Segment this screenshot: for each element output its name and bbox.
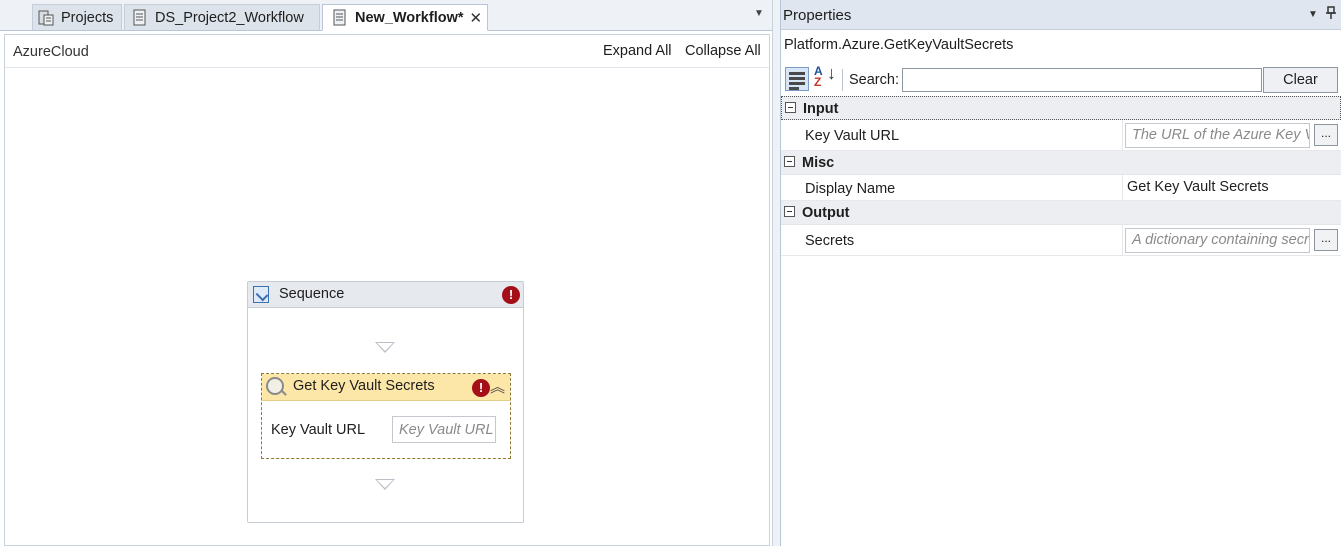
sequence-header[interactable]: Sequence ! <box>248 282 523 308</box>
category-name: Input <box>803 101 839 117</box>
search-input[interactable] <box>902 68 1262 92</box>
selected-object-type: Platform.Azure.GetKeyVaultSecrets <box>784 37 1014 53</box>
property-value-cell[interactable]: The URL of the Azure Key Vault ... <box>1122 120 1338 150</box>
sequence-icon <box>253 286 269 303</box>
key-vault-url-input[interactable]: Key Vault URL <box>392 416 496 443</box>
categorized-view-icon[interactable] <box>785 67 809 91</box>
error-icon[interactable]: ! <box>502 286 520 304</box>
sequence-activity[interactable]: Sequence ! Get Key Vault Secrets ! ︽ Key… <box>247 281 524 523</box>
tab-projects[interactable]: Projects <box>32 4 122 30</box>
expression-editor-button[interactable]: ... <box>1314 124 1338 146</box>
property-row-secrets[interactable]: Secrets A dictionary containing secrets … <box>781 225 1341 256</box>
properties-toolbar: A Z ↓ Search: Clear <box>781 64 1341 96</box>
collapse-chevron-icon[interactable]: ︽ <box>490 376 505 397</box>
property-row-key-vault-url[interactable]: Key Vault URL The URL of the Azure Key V… <box>781 120 1341 151</box>
category-input[interactable]: Input <box>781 96 1341 120</box>
category-name: Output <box>802 205 850 221</box>
arrow-down-icon: ↓ <box>827 63 836 83</box>
tab-label: DS_Project2_Workflow <box>155 9 304 26</box>
projects-icon <box>37 9 55 27</box>
pane-menu-icon[interactable]: ▼ <box>1308 9 1318 20</box>
property-row-display-name[interactable]: Display Name Get Key Vault Secrets <box>781 175 1341 201</box>
breadcrumb[interactable]: AzureCloud <box>13 44 89 60</box>
designer-header: AzureCloud Expand All Collapse All <box>5 35 769 68</box>
tab-new-workflow[interactable]: New_Workflow* ✕ <box>322 4 488 31</box>
property-label: Key Vault URL <box>805 128 900 144</box>
secrets-value-input[interactable]: A dictionary containing secrets <box>1125 228 1310 253</box>
expand-all-link[interactable]: Expand All <box>603 43 672 59</box>
drop-target-arrow-icon[interactable] <box>375 479 395 490</box>
properties-title: Properties <box>783 7 852 24</box>
property-label: Secrets <box>805 233 855 249</box>
tab-list-dropdown-icon[interactable]: ▼ <box>754 8 764 19</box>
property-value-cell[interactable]: A dictionary containing secrets ... <box>1122 225 1338 255</box>
display-name-value[interactable]: Get Key Vault Secrets <box>1127 179 1269 195</box>
property-label: Display Name <box>805 181 896 197</box>
collapse-toggle-icon[interactable] <box>784 156 795 167</box>
category-output[interactable]: Output <box>781 201 1341 225</box>
property-value-cell[interactable]: Get Key Vault Secrets <box>1122 175 1337 200</box>
tab-ds-project2-workflow[interactable]: DS_Project2_Workflow <box>124 4 320 30</box>
search-label: Search: <box>849 72 899 88</box>
activity-body: Key Vault URL Key Vault URL <box>262 401 510 458</box>
property-grid: Input Key Vault URL The URL of the Azure… <box>781 96 1341 256</box>
key-vault-url-label: Key Vault URL <box>271 422 366 438</box>
expression-editor-button[interactable]: ... <box>1314 229 1338 251</box>
drop-target-arrow-icon[interactable] <box>375 342 395 353</box>
close-icon[interactable]: ✕ <box>470 9 483 27</box>
properties-pane: Properties ▼ Platform.Azure.GetKeyVaultS… <box>780 0 1341 546</box>
toolbar-separator <box>842 69 843 91</box>
workflow-designer-canvas[interactable]: AzureCloud Expand All Collapse All Seque… <box>4 34 770 546</box>
collapse-all-link[interactable]: Collapse All <box>685 43 761 59</box>
activity-title: Get Key Vault Secrets <box>293 378 435 394</box>
error-icon[interactable]: ! <box>472 379 490 397</box>
workflow-editor-pane: Projects DS_Project2_Workflow New_Workfl… <box>0 0 772 546</box>
sort-alphabetical-icon[interactable]: A Z ↓ <box>814 63 838 92</box>
workflow-doc-icon <box>131 9 149 27</box>
category-name: Misc <box>802 155 835 171</box>
clear-button[interactable]: Clear <box>1263 67 1338 93</box>
pane-splitter[interactable] <box>772 0 780 546</box>
tab-label: Projects <box>61 9 114 26</box>
key-vault-search-icon <box>266 377 284 395</box>
category-misc[interactable]: Misc <box>781 151 1341 175</box>
key-vault-url-value-input[interactable]: The URL of the Azure Key Vault <box>1125 123 1310 148</box>
properties-title-bar: Properties ▼ <box>781 0 1341 30</box>
activity-header[interactable]: Get Key Vault Secrets ! ︽ <box>262 374 510 401</box>
get-key-vault-secrets-activity[interactable]: Get Key Vault Secrets ! ︽ Key Vault URL … <box>261 373 511 459</box>
sequence-title: Sequence <box>279 286 345 302</box>
document-tab-strip: Projects DS_Project2_Workflow New_Workfl… <box>0 0 772 31</box>
collapse-toggle-icon[interactable] <box>784 206 795 217</box>
workflow-doc-icon <box>331 9 349 27</box>
pin-icon[interactable] <box>1325 6 1337 23</box>
tab-label: New_Workflow* <box>355 9 464 26</box>
collapse-toggle-icon[interactable] <box>785 102 796 113</box>
